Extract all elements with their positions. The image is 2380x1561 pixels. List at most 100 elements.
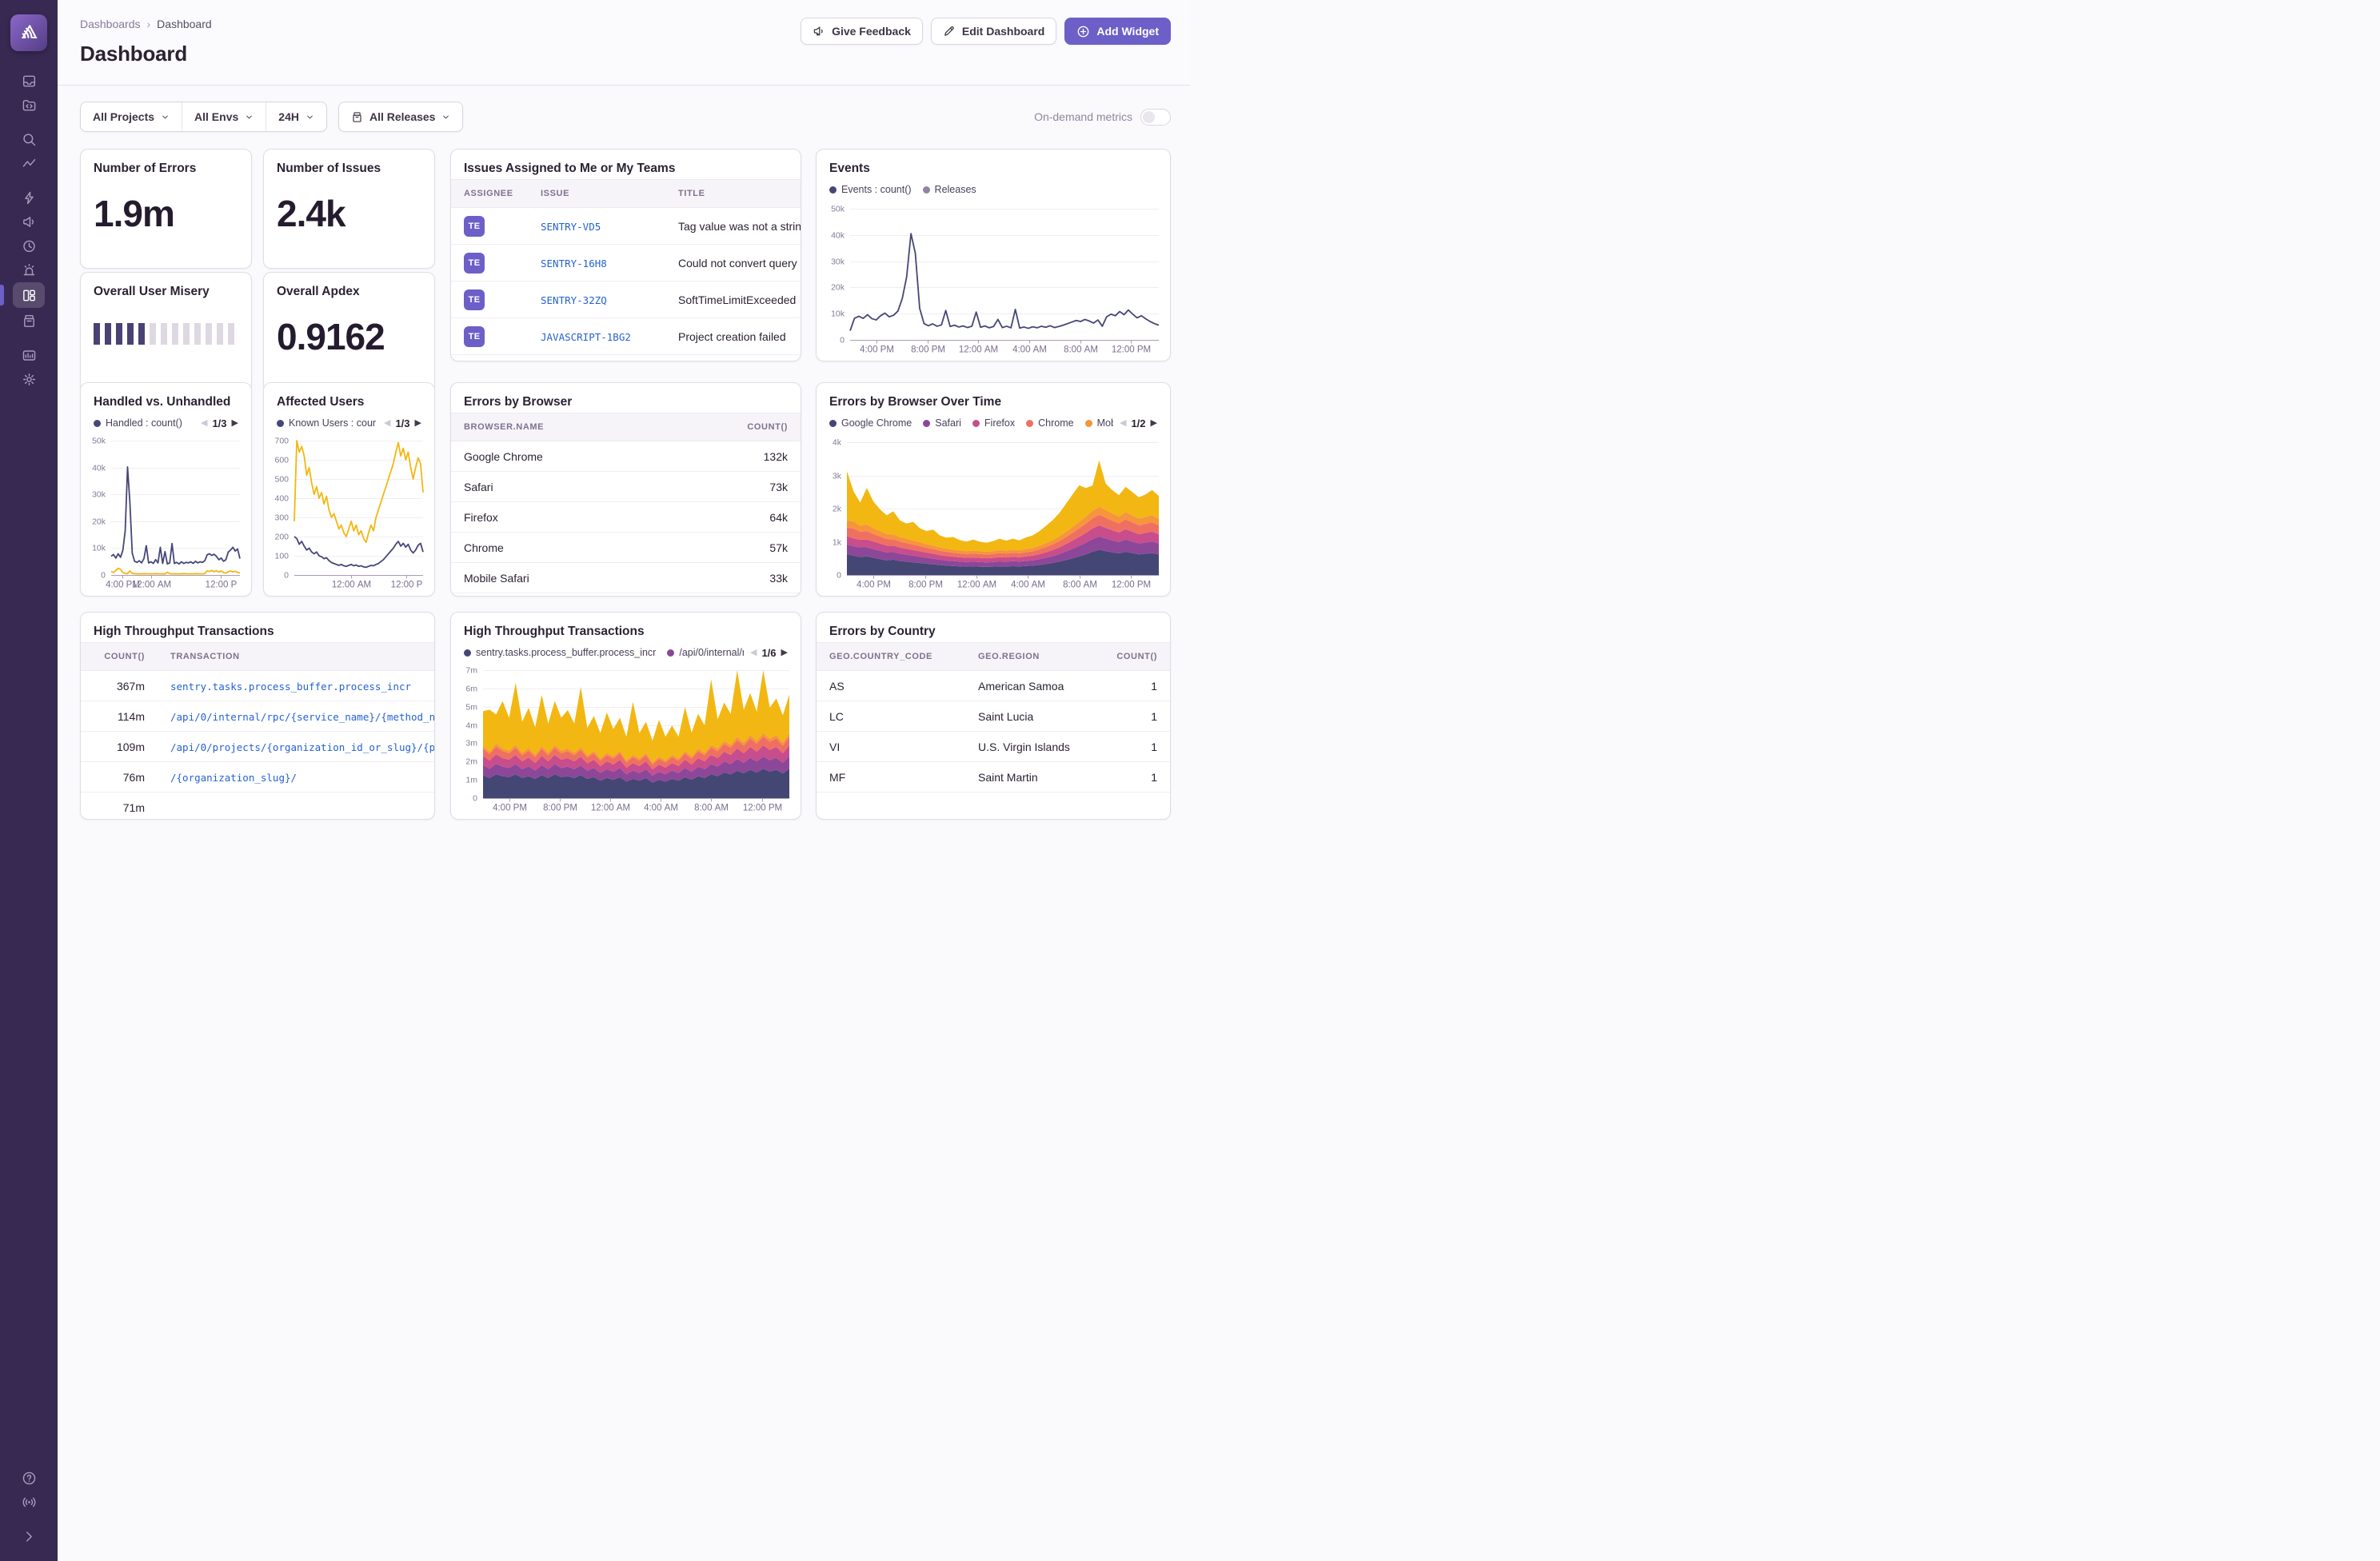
sidebar-item-explore[interactable] <box>13 128 45 150</box>
legend-next-icon[interactable]: ▶ <box>232 419 238 428</box>
legend-entry[interactable]: Events : count() <box>829 184 912 195</box>
cell-link[interactable]: SENTRY-32ZQ <box>541 294 607 306</box>
table-row: MFSaint Martin1 <box>817 762 1170 792</box>
project-filter[interactable]: All Projects <box>81 102 182 131</box>
legend-prev-icon[interactable]: ◀ <box>384 419 390 428</box>
cell-link[interactable]: JAVASCRIPT-1BG2 <box>541 331 631 343</box>
megaphone-icon <box>813 25 825 38</box>
misery-bar-segment <box>105 323 111 345</box>
add-widget-button[interactable]: Add Widget <box>1064 18 1171 45</box>
count-value: 71m <box>81 792 158 820</box>
widget-number-of-issues: Number of Issues 2.4k <box>263 149 435 269</box>
legend-prev-icon[interactable]: ◀ <box>750 649 757 657</box>
cell-link[interactable]: /api/0/projects/{organization_id_or_slug… <box>170 741 434 753</box>
assignee-badge[interactable]: TE <box>464 216 485 237</box>
count-value: 1 <box>1087 732 1170 762</box>
legend-prev-icon[interactable]: ◀ <box>201 419 207 428</box>
legend-entry[interactable]: Safari <box>923 417 961 429</box>
breadcrumb: Dashboards › Dashboard <box>80 18 212 30</box>
cell-link[interactable]: SENTRY-16H8 <box>541 258 607 269</box>
count-value: 73k <box>705 472 801 502</box>
sidebar-item-settings[interactable] <box>13 368 45 390</box>
cell-link[interactable]: /{organization_slug}/ <box>170 772 297 784</box>
stat-value: 1.9m <box>81 179 251 235</box>
sidebar-item-dashboards[interactable] <box>13 282 45 308</box>
sidebar-item-boost[interactable] <box>13 186 45 209</box>
legend-next-icon[interactable]: ▶ <box>781 649 788 657</box>
widget-table: COUNT()TRANSACTION367msentry.tasks.proce… <box>81 642 434 820</box>
widget-title: Events <box>817 150 1170 179</box>
legend-entry[interactable]: Handled : count() <box>94 417 182 429</box>
sidebar-item-stats[interactable] <box>13 344 45 366</box>
handled-chart[interactable] <box>86 434 245 593</box>
legend-entry[interactable]: Google Chrome <box>829 417 912 429</box>
performance-icon <box>22 156 37 171</box>
widget-issues-assigned: Issues Assigned to Me or My Teams ASSIGN… <box>450 149 801 361</box>
sidebar-item-replays[interactable] <box>13 234 45 257</box>
events-chart[interactable] <box>821 202 1164 357</box>
sidebar-item-collapse[interactable] <box>13 1525 45 1547</box>
column-header: GEO.COUNTRY_CODE <box>817 643 965 671</box>
errors-by-browser-over-time-chart[interactable] <box>821 436 1164 593</box>
column-header: TITLE <box>665 180 801 208</box>
assignee-badge[interactable]: TE <box>464 253 485 273</box>
affected-users-chart[interactable] <box>269 434 428 593</box>
legend-entry[interactable]: Chrome <box>1026 417 1073 429</box>
legend-entry[interactable]: /api/0/internal/r <box>667 647 744 658</box>
legend-next-icon[interactable]: ▶ <box>1151 419 1157 428</box>
page-title: Dashboard <box>80 42 212 66</box>
table-row: 76m/{organization_slug}/ <box>81 762 434 792</box>
legend-dot-icon <box>94 420 101 427</box>
sidebar-item-releases[interactable] <box>13 309 45 332</box>
ondemand-metrics-toggle[interactable] <box>1140 109 1171 126</box>
widget-title: Errors by Country <box>817 613 1170 642</box>
misery-bar-segment <box>161 323 167 345</box>
legend-entry[interactable]: Releases <box>923 184 976 195</box>
widget-title: Handled vs. Unhandled <box>81 383 251 413</box>
releases-filter[interactable]: All Releases <box>339 102 463 131</box>
edit-dashboard-button[interactable]: Edit Dashboard <box>931 18 1056 45</box>
replays-icon <box>22 238 37 254</box>
sidebar-item-issues[interactable] <box>13 70 45 92</box>
legend-next-icon[interactable]: ▶ <box>415 419 421 428</box>
assignee-badge[interactable]: TE <box>464 326 485 347</box>
explore-icon <box>22 132 37 147</box>
legend-entry[interactable]: Firefox <box>972 417 1015 429</box>
sidebar-item-performance[interactable] <box>13 152 45 174</box>
cell-link[interactable]: /api/0/internal/rpc/{service_name}/{meth… <box>170 711 434 723</box>
legend-entry[interactable]: Mobile S <box>1085 417 1113 429</box>
legend-label: sentry.tasks.process_buffer.process_incr <box>476 647 656 658</box>
column-header: BROWSER.NAME <box>451 413 705 441</box>
sidebar-item-whats-new[interactable] <box>13 1491 45 1513</box>
high-throughput-transactions-chart[interactable] <box>456 664 794 816</box>
releases-filter-group: All Releases <box>338 102 464 132</box>
legend-prev-icon[interactable]: ◀ <box>1120 419 1126 428</box>
cell-link[interactable]: sentry.tasks.process_buffer.process_incr <box>170 681 411 693</box>
widget-high-throughput-transactions-chart: High Throughput Transactions sentry.task… <box>450 612 801 820</box>
sidebar-item-projects[interactable] <box>13 94 45 116</box>
date-range-filter[interactable]: 24H <box>266 102 326 131</box>
environment-filter[interactable]: All Envs <box>182 102 266 131</box>
breadcrumb-dashboards[interactable]: Dashboards <box>80 18 141 30</box>
widget-table: ASSIGNEEISSUETITLETESENTRY-VD5Tag value … <box>451 179 801 355</box>
table-row: TEJAVASCRIPT-1BG2Project creation failed <box>451 318 801 355</box>
give-feedback-button[interactable]: Give Feedback <box>801 18 923 45</box>
count-value: 132k <box>705 441 801 472</box>
count-value: 57k <box>705 533 801 563</box>
sidebar-item-alerts[interactable] <box>13 258 45 281</box>
cell-link[interactable]: SENTRY-VD5 <box>541 221 601 233</box>
table-row: 71m <box>81 792 434 820</box>
dashboards-icon <box>22 288 37 303</box>
legend-entry[interactable]: sentry.tasks.process_buffer.process_incr <box>464 647 656 658</box>
legend-label: /api/0/internal/r <box>679 647 744 658</box>
assignee-badge[interactable]: TE <box>464 289 485 310</box>
legend-entry[interactable]: Known Users : cour <box>277 417 376 429</box>
sentry-logo[interactable] <box>10 14 47 51</box>
widget-number-of-errors: Number of Errors 1.9m <box>80 149 252 269</box>
count-value: 367m <box>81 671 158 701</box>
cell-text: American Samoa <box>965 671 1087 701</box>
count-value: 109m <box>81 732 158 762</box>
cell-text: SoftTimeLimitExceeded <box>665 281 801 318</box>
sidebar-item-help[interactable] <box>13 1467 45 1489</box>
sidebar-item-feedback[interactable] <box>13 210 45 233</box>
